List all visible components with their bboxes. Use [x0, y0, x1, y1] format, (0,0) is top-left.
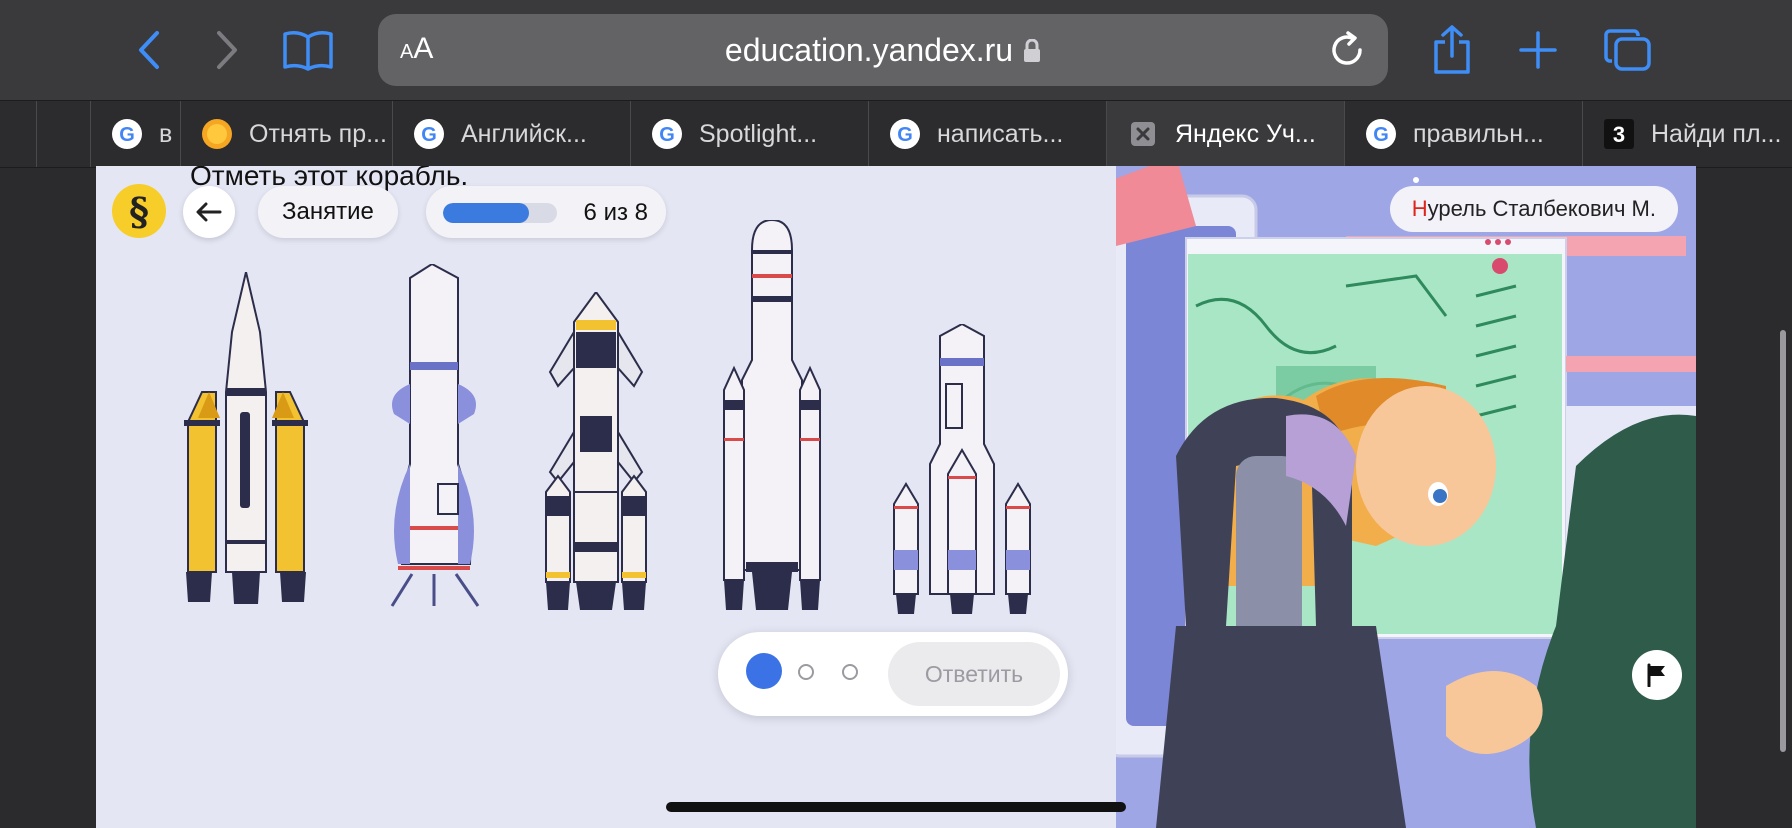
- user-name-badge[interactable]: Нурель Сталбекович М.: [1389, 186, 1678, 232]
- svg-text:G: G: [119, 124, 135, 146]
- sun-icon: [201, 118, 233, 150]
- tab-strip: G в Отнять пр... G Английск... G Spotlig…: [0, 100, 1792, 168]
- progress-text: 6 из 8: [583, 199, 648, 226]
- reload-icon[interactable]: [1326, 28, 1370, 72]
- share-icon[interactable]: [1424, 22, 1480, 78]
- lesson-button[interactable]: Занятие: [258, 186, 398, 238]
- tab-title: Отнять пр...: [249, 119, 387, 148]
- tab-title: Найди пл...: [1651, 119, 1782, 148]
- illustration: [1096, 166, 1696, 828]
- tab-title: в: [159, 119, 173, 148]
- home-indicator[interactable]: [666, 802, 1126, 812]
- rocket-option-1[interactable]: [176, 272, 316, 612]
- google-icon: G: [111, 118, 143, 150]
- back-arrow-button[interactable]: [183, 186, 235, 238]
- rocket-option-4[interactable]: [712, 220, 832, 612]
- tab-item[interactable]: 3 Найди пл...: [1582, 101, 1792, 167]
- tab-item[interactable]: G написать...: [868, 101, 1107, 167]
- address-bar[interactable]: AA education.yandex.ru: [378, 14, 1388, 86]
- arrow-left-icon: [196, 202, 222, 222]
- user-name: урель Сталбекович М.: [1427, 196, 1656, 221]
- tab-title: написать...: [937, 119, 1064, 148]
- report-flag-icon[interactable]: [1632, 650, 1682, 700]
- svg-text:G: G: [659, 124, 675, 146]
- google-icon: G: [651, 118, 683, 150]
- tab-title: Spotlight...: [699, 119, 818, 148]
- rocket-option-5[interactable]: [882, 324, 1042, 614]
- user-initial: Н: [1411, 196, 1428, 221]
- rocket-option-2[interactable]: [372, 264, 502, 612]
- tab-item[interactable]: G правильн...: [1344, 101, 1583, 167]
- tab-item[interactable]: Отнять пр...: [180, 101, 393, 167]
- progress-bar-fill: [443, 203, 529, 223]
- tab-title: правильн...: [1413, 119, 1544, 148]
- bookmarks-icon[interactable]: [280, 22, 336, 78]
- forward-icon[interactable]: [198, 22, 254, 78]
- tabs-overview-icon[interactable]: [1600, 22, 1656, 78]
- close-icon[interactable]: [1127, 118, 1159, 150]
- tab-item[interactable]: [36, 101, 91, 167]
- section-logo-icon[interactable]: §: [112, 184, 166, 238]
- back-icon[interactable]: [122, 22, 178, 78]
- google-icon: G: [889, 118, 921, 150]
- tab-item[interactable]: G Spotlight...: [630, 101, 869, 167]
- pagination-dot[interactable]: [842, 664, 858, 680]
- progress-indicator: 6 из 8: [426, 186, 666, 238]
- pagination-dot-active[interactable]: [746, 653, 782, 689]
- tab-title: Яндекс Уч...: [1175, 119, 1316, 148]
- progress-bar: [443, 203, 557, 223]
- scroll-indicator[interactable]: [1780, 330, 1786, 752]
- tab-title: Английск...: [461, 119, 587, 148]
- answer-bar: Ответить: [718, 632, 1068, 716]
- number-3-icon: 3: [1603, 118, 1635, 150]
- lock-icon: [1023, 34, 1041, 71]
- svg-text:G: G: [421, 124, 437, 146]
- google-icon: [75, 118, 91, 150]
- pagination-dot[interactable]: [798, 664, 814, 680]
- google-icon: G: [1365, 118, 1397, 150]
- browser-toolbar: AA education.yandex.ru: [0, 0, 1792, 100]
- svg-text:G: G: [897, 124, 913, 146]
- tab-item[interactable]: G Английск...: [392, 101, 631, 167]
- url-text: education.yandex.ru: [724, 32, 1014, 68]
- google-icon: G: [413, 118, 445, 150]
- tab-item-active[interactable]: Яндекс Уч...: [1106, 101, 1345, 167]
- new-tab-icon[interactable]: [1510, 22, 1566, 78]
- tab-item[interactable]: G в: [90, 101, 181, 167]
- lesson-page: Отметь этот корабль. § Занятие 6 из 8 Ну…: [96, 166, 1696, 828]
- svg-text:3: 3: [1613, 122, 1625, 147]
- svg-text:G: G: [1373, 124, 1389, 146]
- rocket-option-3[interactable]: [536, 292, 656, 612]
- submit-answer-button[interactable]: Ответить: [888, 642, 1060, 706]
